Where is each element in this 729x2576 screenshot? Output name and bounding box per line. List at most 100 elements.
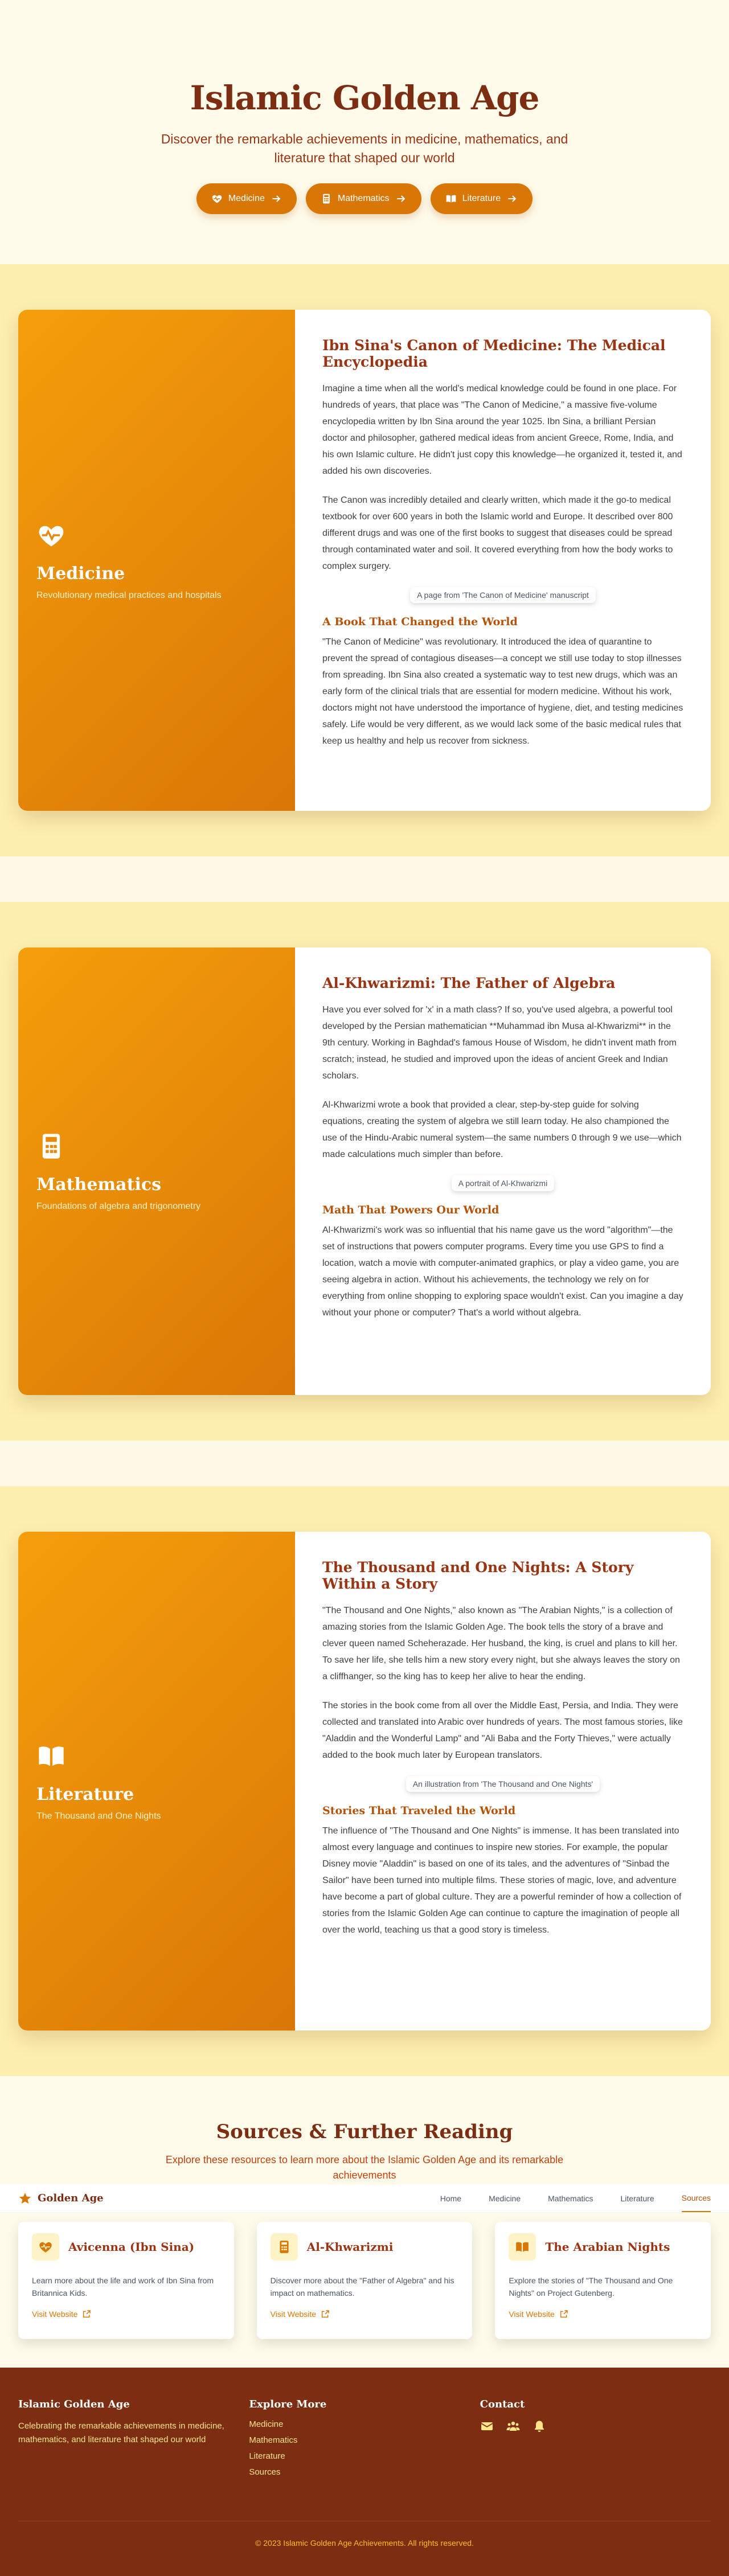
footer: Islamic Golden Age Celebrating the remar… (0, 2368, 729, 2576)
footer-link-literature[interactable]: Literature (249, 2451, 480, 2461)
literature-card: Literature The Thousand and One Nights T… (18, 1532, 711, 2031)
medicine-side-title: Medicine (36, 563, 125, 584)
canon-manuscript-image: A page from 'The Canon of Medicine' manu… (410, 587, 596, 603)
medicine-side-subtitle: Revolutionary medical practices and hosp… (36, 590, 222, 600)
users-icon[interactable] (506, 2419, 520, 2433)
source-card-title: Al-Khwarizmi (306, 2240, 394, 2254)
source-card-header: The Arabian Nights (509, 2233, 697, 2261)
source-card: Avicenna (Ibn Sina) Learn more about the… (18, 2222, 234, 2339)
contact-icons (480, 2419, 711, 2433)
mathematics-side-subtitle: Foundations of algebra and trigonometry (36, 1201, 201, 1211)
medicine-subheading: A Book That Changed the World (322, 616, 518, 628)
literature-side-subtitle: The Thousand and One Nights (36, 1811, 161, 1821)
source-card-text: Discover more about the "Father of Algeb… (270, 2276, 454, 2298)
medicine-card-side: Medicine Revolutionary medical practices… (18, 310, 295, 811)
nav-link-medicine[interactable]: Medicine (489, 2184, 521, 2212)
copyright: © 2023 Islamic Golden Age Achievements. … (255, 2538, 474, 2548)
mathematics-paragraph: Al-Khwarizmi wrote a book that provided … (322, 1100, 682, 1159)
nav-links: Home Medicine Mathematics Literature Sou… (440, 2184, 711, 2212)
mathematics-subheading: Math That Powers Our World (322, 1204, 499, 1216)
calculator-icon (323, 194, 330, 204)
literature-button[interactable]: Literature (430, 183, 533, 214)
hero-buttons: Medicine Mathematics Literature (0, 183, 729, 214)
medicine-button[interactable]: Medicine (196, 183, 297, 214)
visit-website-link[interactable]: Visit Website (509, 2310, 568, 2319)
footer-link-sources[interactable]: Sources (249, 2467, 480, 2477)
nav-link-home[interactable]: Home (440, 2184, 461, 2212)
source-card-title: Avicenna (Ibn Sina) (68, 2240, 195, 2254)
mathematics-card: Mathematics Foundations of algebra and t… (18, 947, 711, 1395)
visit-website-label: Visit Website (270, 2310, 317, 2319)
medicine-paragraph: The Canon was incredibly detailed and cl… (322, 495, 673, 571)
mathematics-button-label: Mathematics (337, 194, 390, 203)
external-link-icon (322, 2310, 329, 2318)
sources-section: Sources & Further Reading Explore these … (0, 2076, 729, 2184)
medicine-paragraph: "The Canon of Medicine" was revolutionar… (322, 637, 683, 746)
visit-website-label: Visit Website (509, 2310, 555, 2319)
nav-link-sources[interactable]: Sources (681, 2184, 711, 2212)
footer-explore-list: Medicine Mathematics Literature Sources (249, 2419, 480, 2477)
arrow-right-icon (508, 195, 517, 202)
mathematics-card-body: Al-Khwarizmi: The Father of Algebra Have… (295, 947, 711, 1395)
section-spacer (0, 856, 729, 902)
mathematics-button[interactable]: Mathematics (305, 183, 421, 214)
brand[interactable]: Golden Age (18, 2192, 104, 2205)
source-card-header: Al-Khwarizmi (270, 2233, 459, 2261)
external-link-icon (560, 2310, 568, 2318)
brand-name: Golden Age (38, 2192, 104, 2204)
literature-paragraph: The stories in the book come from all ov… (322, 1701, 683, 1760)
source-cards: Avicenna (Ibn Sina) Learn more about the… (0, 2213, 729, 2368)
mathematics-paragraph: Have you ever solved for 'x' in a math c… (322, 1005, 677, 1081)
literature-subheading: Stories That Traveled the World (322, 1804, 516, 1817)
external-link-icon (83, 2310, 91, 2318)
source-icon-box (270, 2233, 298, 2261)
calculator-icon (280, 2241, 289, 2253)
medicine-article-title: Ibn Sina's Canon of Medicine: The Medica… (322, 337, 666, 370)
bell-icon[interactable] (533, 2419, 546, 2433)
envelope-icon[interactable] (480, 2419, 494, 2433)
footer-link-mathematics[interactable]: Mathematics (249, 2435, 480, 2445)
footer-about-title: Islamic Golden Age (18, 2398, 130, 2410)
footer-about-text: Celebrating the remarkable achievements … (18, 2421, 224, 2444)
source-card-text: Explore the stories of "The Thousand and… (509, 2276, 673, 2298)
al-khwarizmi-portrait-image: A portrait of Al-Khwarizmi (451, 1175, 555, 1191)
book-open-icon (39, 1746, 64, 1766)
heart-pulse-icon (212, 195, 222, 203)
visit-website-link[interactable]: Visit Website (271, 2310, 330, 2319)
footer-about: Islamic Golden Age Celebrating the remar… (18, 2398, 249, 2483)
page-title: Islamic Golden Age (190, 79, 540, 117)
literature-card-body: The Thousand and One Nights: A Story Wit… (295, 1532, 711, 2031)
literature-section: Literature The Thousand and One Nights T… (0, 1486, 729, 2076)
source-card-title: The Arabian Nights (545, 2240, 670, 2254)
book-open-icon (516, 2242, 529, 2252)
hero-subtitle: Discover the remarkable achievements in … (161, 132, 568, 165)
medicine-button-label: Medicine (228, 194, 265, 203)
mathematics-article-title: Al-Khwarizmi: The Father of Algebra (322, 975, 616, 991)
mathematics-card-side: Mathematics Foundations of algebra and t… (18, 947, 295, 1395)
source-icon-box (32, 2233, 59, 2261)
heart-pulse-icon (39, 526, 64, 546)
nav-link-mathematics[interactable]: Mathematics (548, 2184, 593, 2212)
section-spacer (0, 1441, 729, 1486)
literature-paragraph: The influence of "The Thousand and One N… (322, 1826, 682, 1935)
navbar: Golden Age Home Medicine Mathematics Lit… (0, 2184, 729, 2213)
arabian-nights-illustration-image: An illustration from 'The Thousand and O… (406, 1776, 600, 1792)
nav-link-literature[interactable]: Literature (620, 2184, 654, 2212)
medicine-card-body: Ibn Sina's Canon of Medicine: The Medica… (295, 310, 711, 811)
visit-website-link[interactable]: Visit Website (32, 2310, 91, 2319)
medicine-paragraph: Imagine a time when all the world's medi… (322, 384, 682, 476)
book-open-icon (446, 195, 456, 203)
footer-contact-title: Contact (480, 2398, 525, 2410)
literature-card-side: Literature The Thousand and One Nights (18, 1532, 295, 2031)
arrow-right-icon (272, 195, 281, 202)
footer-columns: Islamic Golden Age Celebrating the remar… (18, 2398, 711, 2483)
literature-article-title: The Thousand and One Nights: A Story Wit… (322, 1559, 634, 1592)
footer-explore: Explore More Medicine Mathematics Litera… (249, 2398, 480, 2483)
visit-website-label: Visit Website (32, 2310, 78, 2319)
literature-paragraph: "The Thousand and One Nights," also know… (322, 1606, 680, 1681)
arrow-right-icon (396, 195, 405, 202)
medicine-card: Medicine Revolutionary medical practices… (18, 310, 711, 811)
mathematics-section: Mathematics Foundations of algebra and t… (0, 902, 729, 1441)
mathematics-paragraph: Al-Khwarizmi's work was so influential t… (322, 1225, 683, 1318)
footer-link-medicine[interactable]: Medicine (249, 2419, 480, 2429)
